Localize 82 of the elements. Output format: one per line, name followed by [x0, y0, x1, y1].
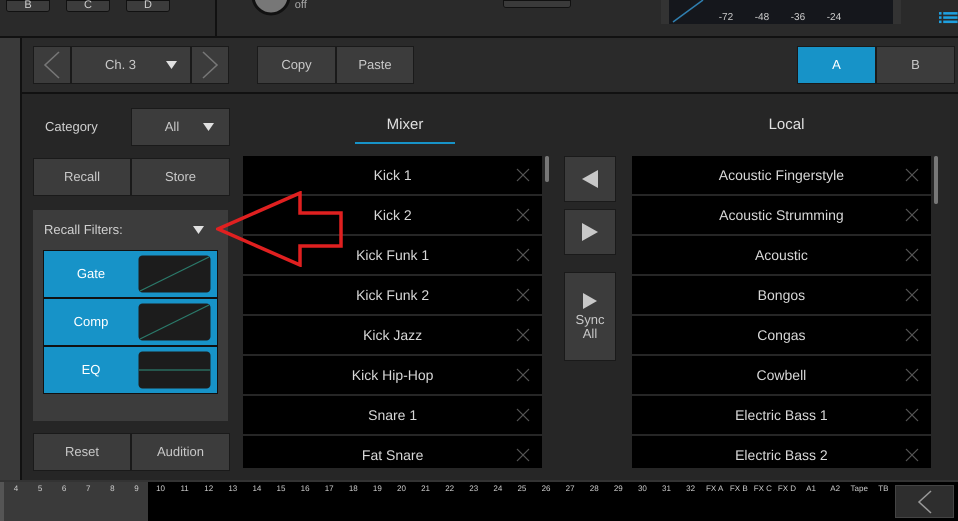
- close-icon[interactable]: [516, 448, 530, 462]
- scene-button[interactable]: B: [6, 0, 50, 12]
- tab[interactable]: Local: [736, 108, 836, 144]
- scene-button[interactable]: D: [126, 0, 170, 12]
- flat-curve-icon: [138, 351, 211, 389]
- meter-tick: -72: [718, 13, 734, 23]
- channel-button[interactable]: 4: [4, 482, 28, 521]
- close-icon[interactable]: [516, 208, 530, 222]
- meter-tick: -24: [826, 13, 842, 23]
- next-button[interactable]: [191, 46, 229, 84]
- copy-button[interactable]: Copy: [257, 46, 336, 84]
- meter-tick: -36: [790, 13, 806, 23]
- scene-button[interactable]: C: [66, 0, 110, 12]
- diagonal-curve-icon: [138, 255, 211, 293]
- preset-item[interactable]: Acoustic Fingerstyle: [632, 156, 932, 194]
- close-icon[interactable]: [905, 208, 920, 222]
- chevron-left-icon: [918, 490, 932, 514]
- close-icon[interactable]: [516, 408, 530, 422]
- close-icon[interactable]: [905, 328, 920, 342]
- preset-item[interactable]: Kick 2: [243, 196, 542, 234]
- preset-item[interactable]: Fat Snare: [243, 436, 542, 468]
- channel-dropdown[interactable]: Ch. 3: [71, 46, 191, 84]
- close-icon[interactable]: [905, 288, 920, 302]
- close-icon[interactable]: [905, 448, 920, 462]
- close-icon[interactable]: [905, 368, 920, 382]
- preset-item[interactable]: Electric Bass 1: [632, 396, 932, 434]
- top-button[interactable]: [502, 0, 571, 8]
- channel-button[interactable]: 8: [100, 482, 124, 521]
- scrollbar[interactable]: [545, 156, 550, 182]
- list-icon[interactable]: [939, 10, 958, 26]
- preset-item[interactable]: Kick Jazz: [243, 316, 542, 354]
- preset-item[interactable]: Snare 1: [243, 396, 542, 434]
- preset-item[interactable]: Kick Funk 1: [243, 236, 542, 274]
- back-button[interactable]: [895, 485, 954, 518]
- chevron-left-icon: [44, 51, 60, 79]
- close-icon[interactable]: [905, 168, 920, 182]
- preset-item[interactable]: Cowbell: [632, 356, 932, 394]
- recall-button[interactable]: Recall: [33, 158, 131, 196]
- preset-item[interactable]: Acoustic: [632, 236, 932, 274]
- preset-item[interactable]: Kick 1: [243, 156, 542, 194]
- store-button[interactable]: Store: [131, 158, 230, 196]
- caret-icon: [166, 61, 178, 69]
- copy-right-button[interactable]: [564, 209, 616, 255]
- close-icon[interactable]: [905, 248, 920, 262]
- paste-button[interactable]: Paste: [336, 46, 414, 84]
- knob-icon[interactable]: [250, 0, 291, 16]
- recall-filters-label: Recall Filters:: [44, 221, 123, 240]
- knob-label: off: [294, 0, 307, 11]
- preset-item[interactable]: Acoustic Strumming: [632, 196, 932, 234]
- meter-tick: -48: [754, 13, 770, 23]
- play-right-icon: [582, 223, 598, 241]
- diagonal-curve-icon: [138, 303, 211, 341]
- channel-button[interactable]: 6: [52, 482, 76, 521]
- reset-button[interactable]: Reset: [33, 433, 131, 471]
- close-icon[interactable]: [516, 288, 530, 302]
- caret-icon: [193, 226, 204, 234]
- close-icon[interactable]: [905, 408, 920, 422]
- channel-button[interactable]: 7: [76, 482, 100, 521]
- play-left-icon: [582, 170, 598, 188]
- preset-item[interactable]: Congas: [632, 316, 932, 354]
- previous-button[interactable]: [33, 46, 71, 84]
- close-icon[interactable]: [516, 248, 530, 262]
- audition-button[interactable]: Audition: [131, 433, 230, 471]
- chevron-right-icon: [202, 51, 218, 79]
- channel-button[interactable]: 5: [28, 482, 52, 521]
- caret-icon: [203, 123, 214, 131]
- preset-item[interactable]: Bongos: [632, 276, 932, 314]
- category-label: Category: [44, 118, 99, 136]
- close-icon[interactable]: [516, 368, 530, 382]
- category-dropdown[interactable]: All: [131, 108, 230, 146]
- preset-item[interactable]: Kick Hip-Hop: [243, 356, 542, 394]
- preset-item[interactable]: Electric Bass 2: [632, 436, 932, 468]
- channel-button[interactable]: 9: [124, 482, 148, 521]
- play-right-icon: [583, 292, 597, 308]
- tab[interactable]: Mixer: [355, 108, 455, 144]
- ab-toggle[interactable]: B: [876, 46, 955, 84]
- close-icon[interactable]: [516, 168, 530, 182]
- close-icon[interactable]: [516, 328, 530, 342]
- sync-all-button[interactable]: Sync All: [564, 272, 616, 361]
- copy-left-button[interactable]: [564, 156, 616, 202]
- scrollbar[interactable]: [934, 156, 938, 204]
- preset-item[interactable]: Kick Funk 2: [243, 276, 542, 314]
